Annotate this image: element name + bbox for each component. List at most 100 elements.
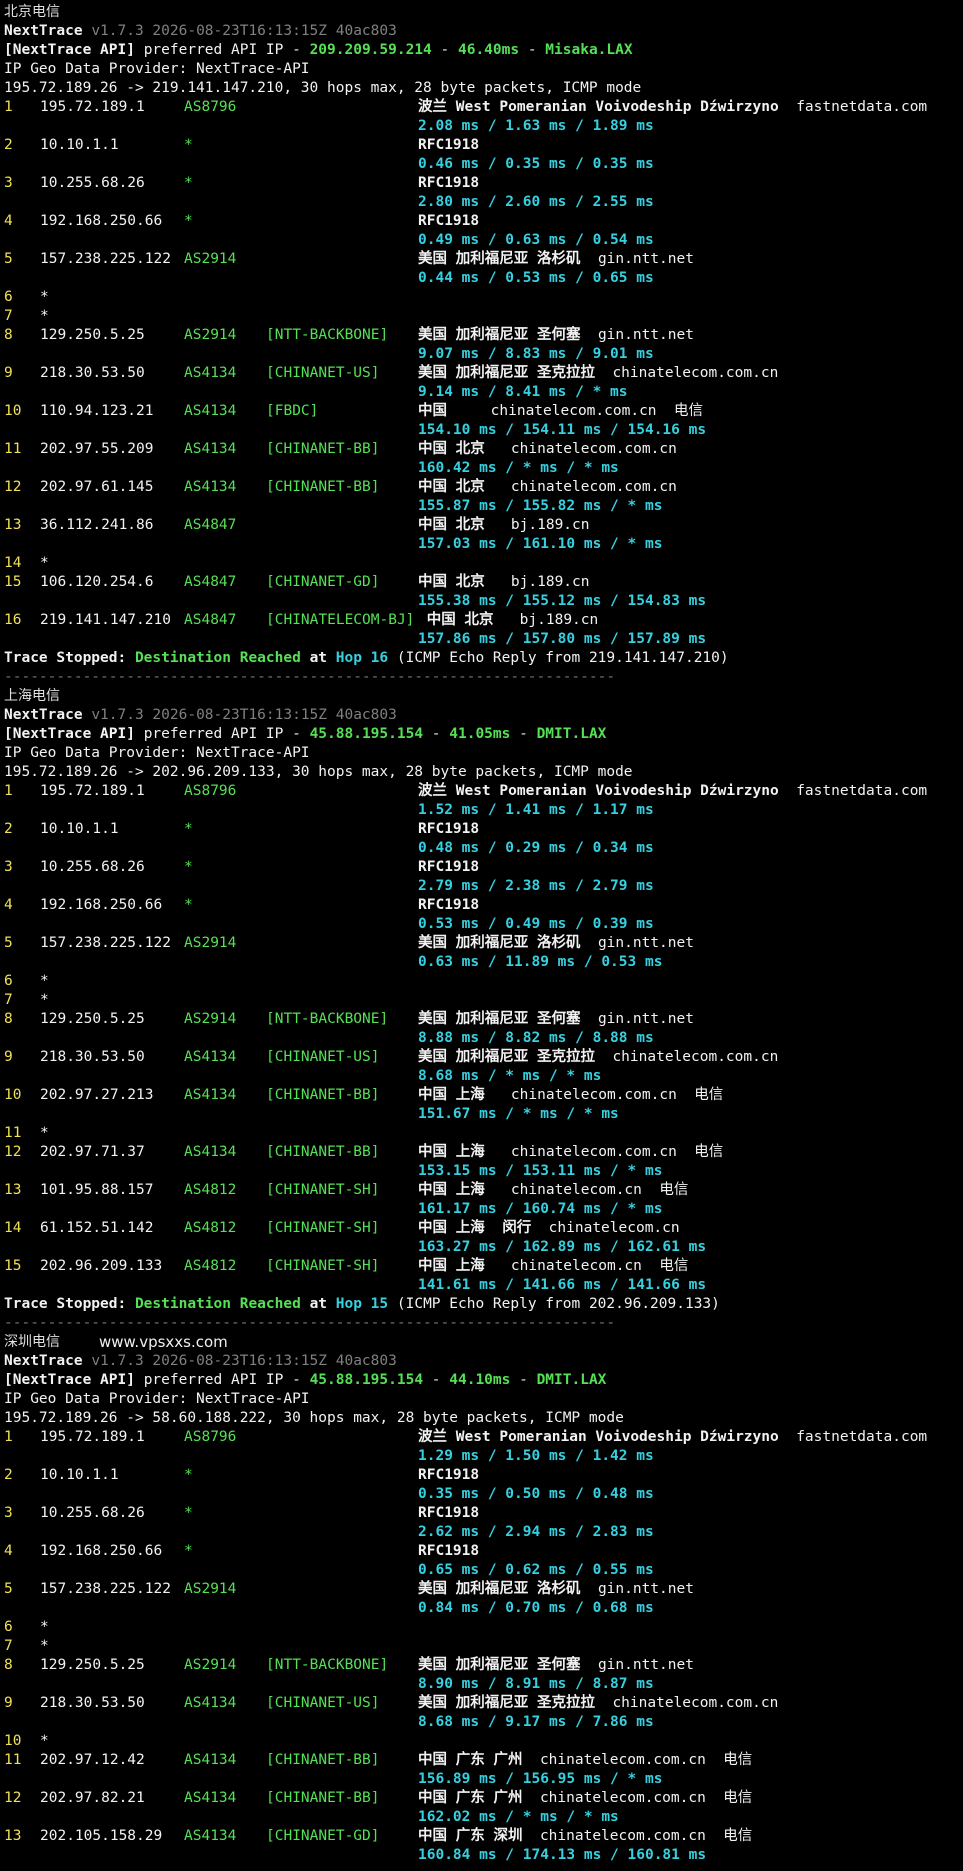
hop-geo: RFC1918 bbox=[418, 820, 479, 839]
hop-domain: gin.ntt.net bbox=[597, 1011, 694, 1027]
route-line: 195.72.189.26 -> 219.141.147.210, 30 hop… bbox=[4, 79, 959, 98]
hop-row: 5 157.238.225.122 AS2914 美国 加利福尼亚 洛杉矶 gin.n… bbox=[4, 934, 959, 953]
hop-asn: * bbox=[184, 213, 193, 229]
hop-number: 1 bbox=[4, 783, 13, 799]
hop-ip: 157.238.225.122 bbox=[40, 251, 171, 267]
hop-latency-row: 157.86 ms / 157.80 ms / 157.89 ms bbox=[4, 630, 959, 649]
hop-row: 13 101.95.88.157 AS4812 [CHINANET-SH] 中国 上海 … bbox=[4, 1181, 959, 1200]
hop-geo-location: RFC1918 bbox=[418, 1505, 480, 1521]
hop-geo-location: 波兰 West Pomeranian Voivodeship Dźwirzyno bbox=[418, 783, 779, 799]
hop-latency: 151.67 ms / * ms / * ms bbox=[418, 1106, 619, 1122]
hop-row: 9 218.30.53.50 AS4134 [CHINANET-US] 美国 加利福尼亚… bbox=[4, 364, 959, 383]
hop-geo: 美国 加利福尼亚 圣何塞 gin.ntt.net bbox=[418, 326, 694, 345]
hop-row: 12 202.97.71.37 AS4134 [CHINANET-BB] 中国 上海 c… bbox=[4, 1143, 959, 1162]
hop-row: 2 10.10.1.1 * RFC1918 bbox=[4, 820, 959, 839]
hop-latency: 0.46 ms / 0.35 ms / 0.35 ms bbox=[418, 156, 654, 172]
hop-number: 4 bbox=[4, 897, 13, 913]
hop-latency-row: 160.42 ms / * ms / * ms bbox=[4, 459, 959, 478]
hop-row: 1 195.72.189.1 AS8796 波兰 West Pomeranian Vo… bbox=[4, 1428, 959, 1447]
hop-asn: * bbox=[184, 897, 193, 913]
hop-latency-row: 0.35 ms / 0.50 ms / 0.48 ms bbox=[4, 1485, 959, 1504]
hop-geo-location: 美国 加利福尼亚 圣克拉拉 bbox=[418, 1049, 595, 1065]
api-ip: 209.209.59.214 bbox=[309, 42, 432, 58]
hop-isp: 电信 bbox=[723, 1790, 753, 1806]
hop-domain: gin.ntt.net bbox=[597, 935, 694, 951]
hop-asn: AS4847 bbox=[184, 612, 237, 628]
hop-latency: 9.07 ms / 8.83 ms / 9.01 ms bbox=[418, 346, 654, 362]
api-prefix: [NextTrace API] bbox=[4, 1372, 135, 1388]
hop-number: 6 bbox=[4, 1619, 13, 1635]
terminal-output: 北京电信 NextTrace v1.7.3 2026-08-23T16:13:15… bbox=[4, 3, 959, 1865]
hop-ip: 157.238.225.122 bbox=[40, 1581, 171, 1597]
hop-ip: 10.10.1.1 bbox=[40, 1467, 119, 1483]
hop-ip: 36.112.241.86 bbox=[40, 517, 154, 533]
hop-row: 16 219.141.147.210 AS4847 [CHINATELECOM-BJ]… bbox=[4, 611, 959, 630]
hop-latency-row: 155.38 ms / 155.12 ms / 154.83 ms bbox=[4, 592, 959, 611]
hop-ip: 192.168.250.66 bbox=[40, 1543, 163, 1559]
hop-number: 13 bbox=[4, 1828, 22, 1844]
app-name: NextTrace bbox=[4, 23, 83, 39]
hop-ip: 10.255.68.26 bbox=[40, 1505, 145, 1521]
hop-ip: 10.10.1.1 bbox=[40, 137, 119, 153]
hop-latency-row: 153.15 ms / 153.11 ms / * ms bbox=[4, 1162, 959, 1181]
hop-ip: 106.120.254.6 bbox=[40, 574, 154, 590]
hop-geo-location: 中国 上海 bbox=[418, 1087, 485, 1103]
stopped-hop: Hop 15 bbox=[335, 1296, 389, 1312]
route-text: 195.72.189.26 -> 58.60.188.222, 30 hops … bbox=[4, 1410, 624, 1426]
hop-domain: fastnetdata.com bbox=[796, 1429, 928, 1445]
hop-latency: 160.84 ms / 174.13 ms / 160.81 ms bbox=[418, 1847, 707, 1863]
hop-ip: 218.30.53.50 bbox=[40, 1695, 145, 1711]
hop-latency: 0.49 ms / 0.63 ms / 0.54 ms bbox=[418, 232, 654, 248]
hop-geo-location: 中国 上海 bbox=[418, 1182, 485, 1198]
hop-latency: 161.17 ms / 160.74 ms / * ms bbox=[418, 1201, 663, 1217]
hop-asn: AS4134 bbox=[184, 441, 237, 457]
hop-domain: gin.ntt.net bbox=[597, 1657, 694, 1673]
hop-domain: fastnetdata.com bbox=[796, 99, 928, 115]
hop-geo-location: 中国 广东 广州 bbox=[418, 1752, 523, 1768]
hop-row: 12 202.97.61.145 AS4134 [CHINANET-BB] 中国 北京 … bbox=[4, 478, 959, 497]
hop-asn: * bbox=[184, 821, 193, 837]
hop-geo: 美国 加利福尼亚 圣克拉拉 chinatelecom.com.cn bbox=[418, 1048, 778, 1067]
hop-domain: gin.ntt.net bbox=[597, 1581, 694, 1597]
hop-geo: RFC1918 bbox=[418, 212, 479, 231]
hop-row: 8 129.250.5.25 AS2914 [NTT-BACKBONE] 美国 加利福尼… bbox=[4, 326, 959, 345]
hop-geo-location: 中国 北京 bbox=[418, 441, 485, 457]
hop-asn: * bbox=[184, 1505, 193, 1521]
hop-row: 11 202.97.55.209 AS4134 [CHINANET-BB] 中国 北京 … bbox=[4, 440, 959, 459]
hop-row: 11 * bbox=[4, 1124, 959, 1143]
nexttrace-version-line: NextTrace v1.7.3 2026-08-23T16:13:15Z 40… bbox=[4, 1352, 959, 1371]
hop-tag: [CHINANET-BB] bbox=[266, 479, 380, 495]
hop-geo-location: RFC1918 bbox=[418, 137, 480, 153]
hop-tag: [CHINANET-SH] bbox=[266, 1258, 380, 1274]
hop-geo: 美国 加利福尼亚 圣何塞 gin.ntt.net bbox=[418, 1010, 694, 1029]
hop-geo-location: 美国 加利福尼亚 圣何塞 bbox=[418, 1657, 581, 1673]
hop-ip: 202.97.55.209 bbox=[40, 441, 154, 457]
hop-latency: 0.44 ms / 0.53 ms / 0.65 ms bbox=[418, 270, 654, 286]
hop-geo-location: 美国 加利福尼亚 圣克拉拉 bbox=[418, 1695, 595, 1711]
hop-geo-location: 美国 加利福尼亚 圣克拉拉 bbox=[418, 365, 595, 381]
hop-latency: 1.29 ms / 1.50 ms / 1.42 ms bbox=[418, 1448, 654, 1464]
hop-geo-location: 中国 北京 bbox=[418, 479, 485, 495]
hop-latency: 0.48 ms / 0.29 ms / 0.34 ms bbox=[418, 840, 654, 856]
hop-ip: 202.97.71.37 bbox=[40, 1144, 145, 1160]
hop-latency-row: 2.08 ms / 1.63 ms / 1.89 ms bbox=[4, 117, 959, 136]
hop-geo-location: 美国 加利福尼亚 洛杉矶 bbox=[418, 935, 581, 951]
hop-ip: 202.105.158.29 bbox=[40, 1828, 163, 1844]
hop-geo-location: 中国 北京 bbox=[418, 517, 485, 533]
hop-geo: 中国 上海 chinatelecom.cn 电信 bbox=[418, 1181, 688, 1200]
hop-latency-row: 0.84 ms / 0.70 ms / 0.68 ms bbox=[4, 1599, 959, 1618]
at-label: at bbox=[309, 1296, 328, 1312]
hop-asn: * bbox=[184, 137, 193, 153]
hop-geo: 波兰 West Pomeranian Voivodeship Dźwirzyno… bbox=[418, 1428, 927, 1447]
hop-number: 3 bbox=[4, 1505, 13, 1521]
hop-domain: chinatelecom.com.cn bbox=[612, 1049, 779, 1065]
hop-number: 11 bbox=[4, 441, 22, 457]
hop-geo-location: RFC1918 bbox=[418, 175, 480, 191]
hop-latency-row: 163.27 ms / 162.89 ms / 162.61 ms bbox=[4, 1238, 959, 1257]
hop-number: 9 bbox=[4, 1695, 13, 1711]
hop-row: 7 * bbox=[4, 1637, 959, 1656]
hop-geo: 美国 加利福尼亚 圣何塞 gin.ntt.net bbox=[418, 1656, 694, 1675]
api-ip: 45.88.195.154 bbox=[309, 726, 424, 742]
section-title-text: 上海电信 bbox=[4, 688, 60, 704]
hop-domain: gin.ntt.net bbox=[597, 251, 694, 267]
